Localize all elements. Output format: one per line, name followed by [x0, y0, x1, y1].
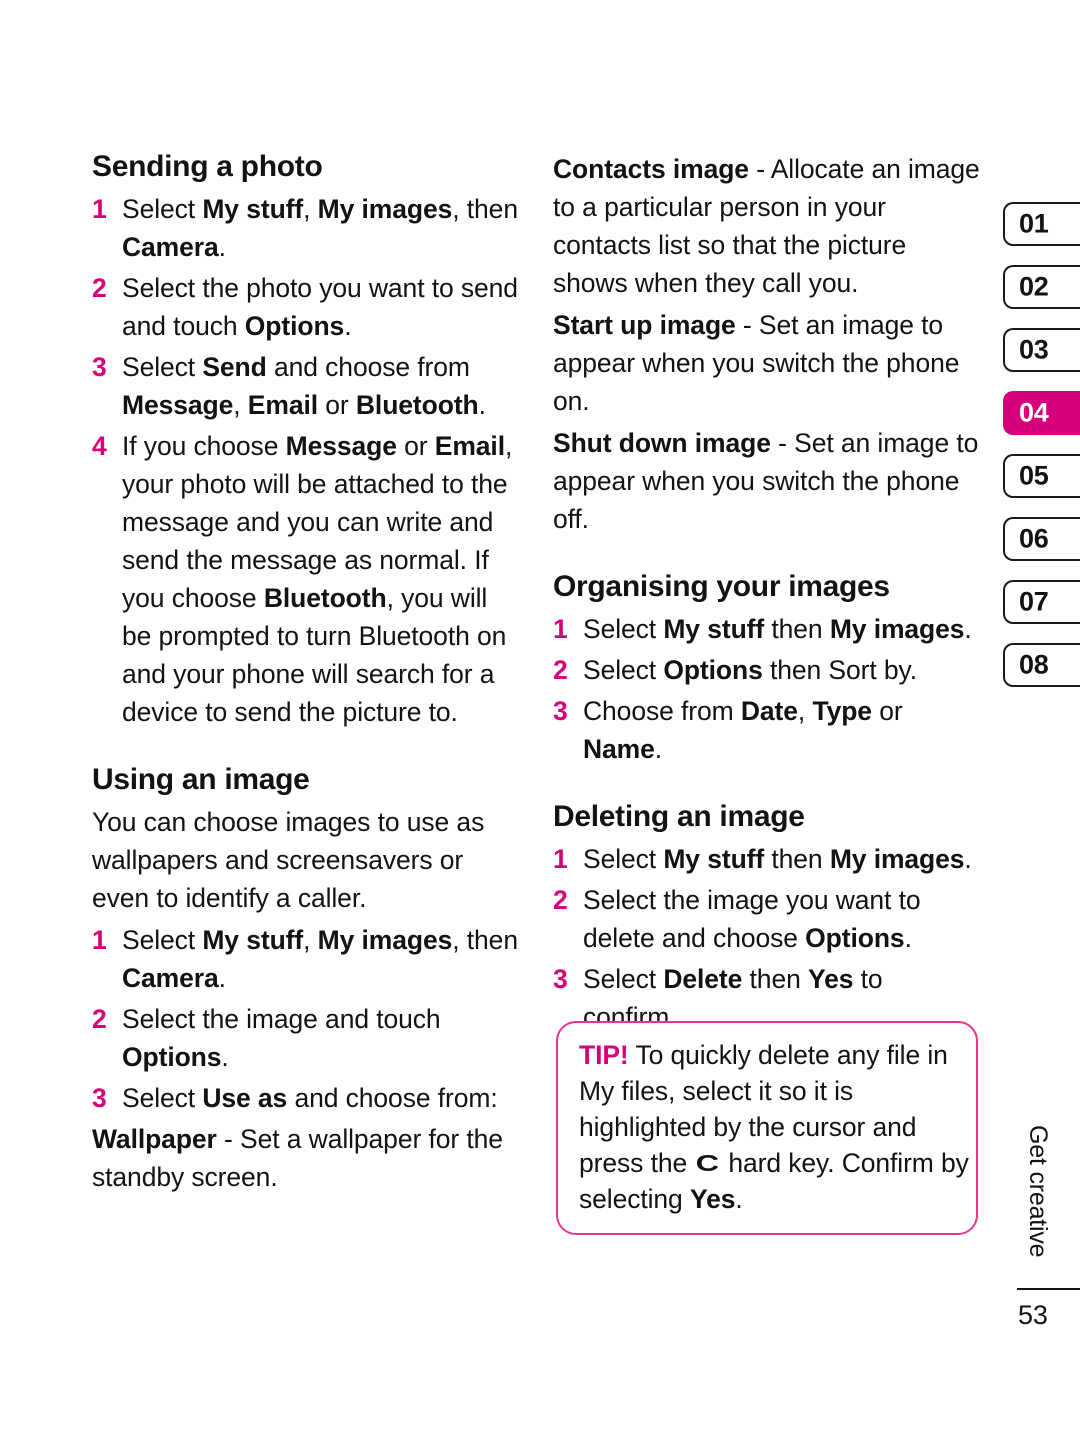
steps-using-an-image: 1 Select My stuff, My images, then Camer…	[92, 921, 520, 1117]
chapter-tab-label: 03	[1019, 334, 1049, 365]
definition-term: Wallpaper	[92, 1124, 217, 1155]
list-item: 3 Choose from Date, Type or Name.	[553, 692, 983, 768]
use-as-definitions: Wallpaper - Set a wallpaper for the stan…	[92, 1120, 520, 1196]
chapter-tab-label: 08	[1019, 649, 1049, 680]
list-item: 3 Select Send and choose from Message, E…	[92, 348, 520, 424]
tip-confirm-word: Yes	[689, 1184, 736, 1214]
step-text: Select the image and touch Options.	[122, 1004, 441, 1073]
steps-organising-your-images: 1 Select My stuff then My images. 2 Sele…	[553, 610, 983, 768]
chapter-tab-strip: 01 02 03 04 05 06 07 08	[1003, 202, 1080, 706]
step-text: Select the photo you want to send and to…	[122, 273, 518, 342]
chapter-tab-label: 06	[1019, 523, 1049, 554]
chapter-tab-07[interactable]: 07	[1003, 580, 1080, 624]
step-marker: 2	[92, 1004, 107, 1035]
step-text: Select Send and choose from Message, Ema…	[122, 352, 486, 421]
step-text: Select My stuff, My images, then Camera.	[122, 925, 518, 994]
list-item: 1 Select My stuff then My images.	[553, 610, 983, 648]
tip-label: TIP!	[579, 1040, 629, 1070]
step-text: Select My stuff then My images.	[583, 614, 972, 645]
page-number: 53	[1018, 1300, 1048, 1330]
heading-organising-your-images: Organising your images	[553, 570, 890, 603]
step-text: Select Use as and choose from:	[122, 1083, 498, 1114]
definition-contacts-image: Contacts image - Allocate an image to a …	[553, 150, 983, 302]
step-marker: 2	[553, 655, 568, 686]
tip-text: TIP! To quickly delete any file in My fi…	[579, 1037, 969, 1217]
list-item: 1 Select My stuff, My images, then Camer…	[92, 190, 520, 266]
definition-start-up-image: Start up image - Set an image to appear …	[553, 306, 983, 420]
step-text: Select My stuff, My images, then Camera.	[122, 194, 518, 263]
chapter-tab-02[interactable]: 02	[1003, 265, 1080, 309]
step-marker: 3	[553, 696, 568, 727]
chapter-tab-01[interactable]: 01	[1003, 202, 1080, 246]
step-text: Choose from Date, Type or Name.	[583, 696, 903, 765]
definition-term: Shut down image	[553, 428, 771, 458]
chapter-tab-08[interactable]: 08	[1003, 643, 1080, 687]
list-item: 2 Select the photo you want to send and …	[92, 269, 520, 345]
list-item: 2 Select the image you want to delete an…	[553, 881, 983, 957]
chapter-tab-label: 02	[1019, 271, 1049, 302]
step-marker: 3	[553, 964, 568, 995]
clear-hard-key-icon: C	[696, 1149, 720, 1177]
step-marker: 2	[553, 885, 568, 916]
step-marker: 1	[92, 194, 107, 225]
tip-callout-box: TIP! To quickly delete any file in My fi…	[556, 1021, 978, 1235]
folio-divider	[1017, 1288, 1080, 1290]
tip-text-end: .	[735, 1184, 743, 1214]
step-text: Select the image you want to delete and …	[583, 885, 921, 954]
chapter-tab-05[interactable]: 05	[1003, 454, 1080, 498]
chapter-tab-06[interactable]: 06	[1003, 517, 1080, 561]
chapter-tab-label: 01	[1019, 208, 1049, 239]
step-marker: 4	[92, 431, 107, 462]
chapter-tab-03[interactable]: 03	[1003, 328, 1080, 372]
definition-shut-down-image: Shut down image - Set an image to appear…	[553, 424, 983, 538]
step-text: Select Options then Sort by.	[583, 655, 917, 686]
right-column: Contacts image - Allocate an image to a …	[553, 150, 983, 1039]
left-column: Sending a photo 1 Select My stuff, My im…	[92, 150, 520, 1200]
list-item: 3 Select Use as and choose from:	[92, 1079, 520, 1117]
list-item: 4 If you choose Message or Email, your p…	[92, 427, 520, 731]
list-item: 2 Select Options then Sort by.	[553, 651, 983, 689]
heading-deleting-an-image: Deleting an image	[553, 800, 805, 834]
use-as-definitions-continued: Contacts image - Allocate an image to a …	[553, 150, 983, 538]
list-item: 1 Select My stuff then My images.	[553, 840, 983, 878]
definition-wallpaper: Wallpaper - Set a wallpaper for the stan…	[92, 1120, 520, 1196]
using-an-image-intro: You can choose images to use as wallpape…	[92, 807, 485, 914]
steps-deleting-an-image: 1 Select My stuff then My images. 2 Sele…	[553, 840, 983, 1036]
step-marker: 3	[92, 1083, 107, 1114]
step-marker: 1	[553, 614, 568, 645]
manual-page: Sending a photo 1 Select My stuff, My im…	[0, 0, 1080, 1439]
list-item: 1 Select My stuff, My images, then Camer…	[92, 921, 520, 997]
step-text: Select My stuff then My images.	[583, 844, 972, 875]
chapter-tab-label: 05	[1019, 460, 1049, 491]
definition-term: Start up image	[553, 310, 736, 340]
step-text: If you choose Message or Email, your pho…	[122, 431, 513, 728]
chapter-running-head: Get creative	[1024, 1125, 1052, 1258]
steps-sending-a-photo: 1 Select My stuff, My images, then Camer…	[92, 190, 520, 731]
step-marker: 1	[553, 844, 568, 875]
chapter-tab-label: 04	[1019, 397, 1049, 428]
chapter-tab-label: 07	[1019, 586, 1049, 617]
step-marker: 2	[92, 273, 107, 304]
chapter-tab-04[interactable]: 04	[1003, 391, 1080, 435]
step-marker: 1	[92, 925, 107, 956]
list-item: 2 Select the image and touch Options.	[92, 1000, 520, 1076]
heading-using-an-image: Using an image	[92, 763, 310, 797]
heading-sending-a-photo: Sending a photo	[92, 150, 323, 183]
step-marker: 3	[92, 352, 107, 383]
definition-term: Contacts image	[553, 154, 749, 184]
